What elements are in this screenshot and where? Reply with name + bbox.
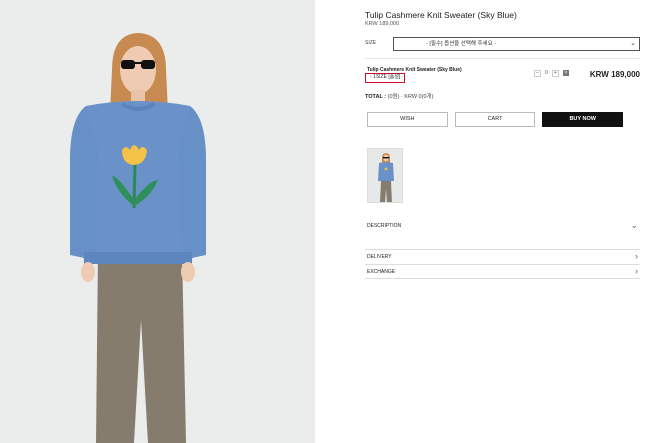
- exchange-section-link[interactable]: EXCHANGE ›: [365, 264, 640, 279]
- selected-option-row: Tulip Cashmere Knit Sweater (Sky Blue) -…: [365, 58, 640, 86]
- quantity-decrease-button[interactable]: −: [534, 69, 541, 77]
- total-summary: TOTAL : (0원) · KRW 0(0개): [365, 92, 433, 100]
- product-thumbnail[interactable]: [367, 148, 403, 203]
- total-value: (0원) · KRW 0(0개): [387, 94, 434, 100]
- chevron-right-icon: ›: [635, 251, 638, 261]
- description-section-toggle[interactable]: DESCRIPTION ⌄: [365, 219, 640, 234]
- quantity-increase-button[interactable]: +: [551, 69, 559, 77]
- total-label: TOTAL :: [365, 94, 387, 100]
- selected-option-badge: - 1SIZE [품절]: [365, 73, 406, 83]
- chevron-down-icon: ⌄: [630, 40, 636, 47]
- quantity-value[interactable]: 0: [545, 70, 548, 76]
- description-label: DESCRIPTION: [367, 223, 402, 229]
- buy-now-button[interactable]: BUY NOW: [542, 112, 624, 127]
- chevron-right-icon: ›: [635, 266, 638, 276]
- selected-option-price: KRW 189,000: [589, 70, 640, 79]
- size-select[interactable]: - [필수] 옵션을 선택해 주세요 - ⌄: [393, 37, 640, 51]
- product-main-image: [0, 0, 315, 443]
- chevron-down-icon: ⌄: [630, 220, 638, 230]
- product-info-panel: Tulip Cashmere Knit Sweater (Sky Blue) K…: [365, 0, 640, 443]
- size-label: SIZE: [365, 40, 377, 46]
- product-title: Tulip Cashmere Knit Sweater (Sky Blue): [365, 10, 517, 20]
- product-price: KRW 189,000: [365, 21, 400, 27]
- exchange-label: EXCHANGE: [367, 269, 396, 275]
- cart-button[interactable]: CART: [454, 112, 536, 127]
- delivery-label: DELIVERY: [367, 254, 392, 260]
- quantity-stepper: − 0 + ×: [534, 69, 569, 77]
- remove-option-button[interactable]: ×: [562, 70, 569, 76]
- size-select-value: - [필수] 옵션을 선택해 주세요 -: [426, 41, 497, 47]
- purchase-actions: WISH CART BUY NOW: [367, 112, 624, 127]
- wish-button[interactable]: WISH: [367, 112, 448, 127]
- delivery-section-link[interactable]: DELIVERY ›: [365, 249, 640, 264]
